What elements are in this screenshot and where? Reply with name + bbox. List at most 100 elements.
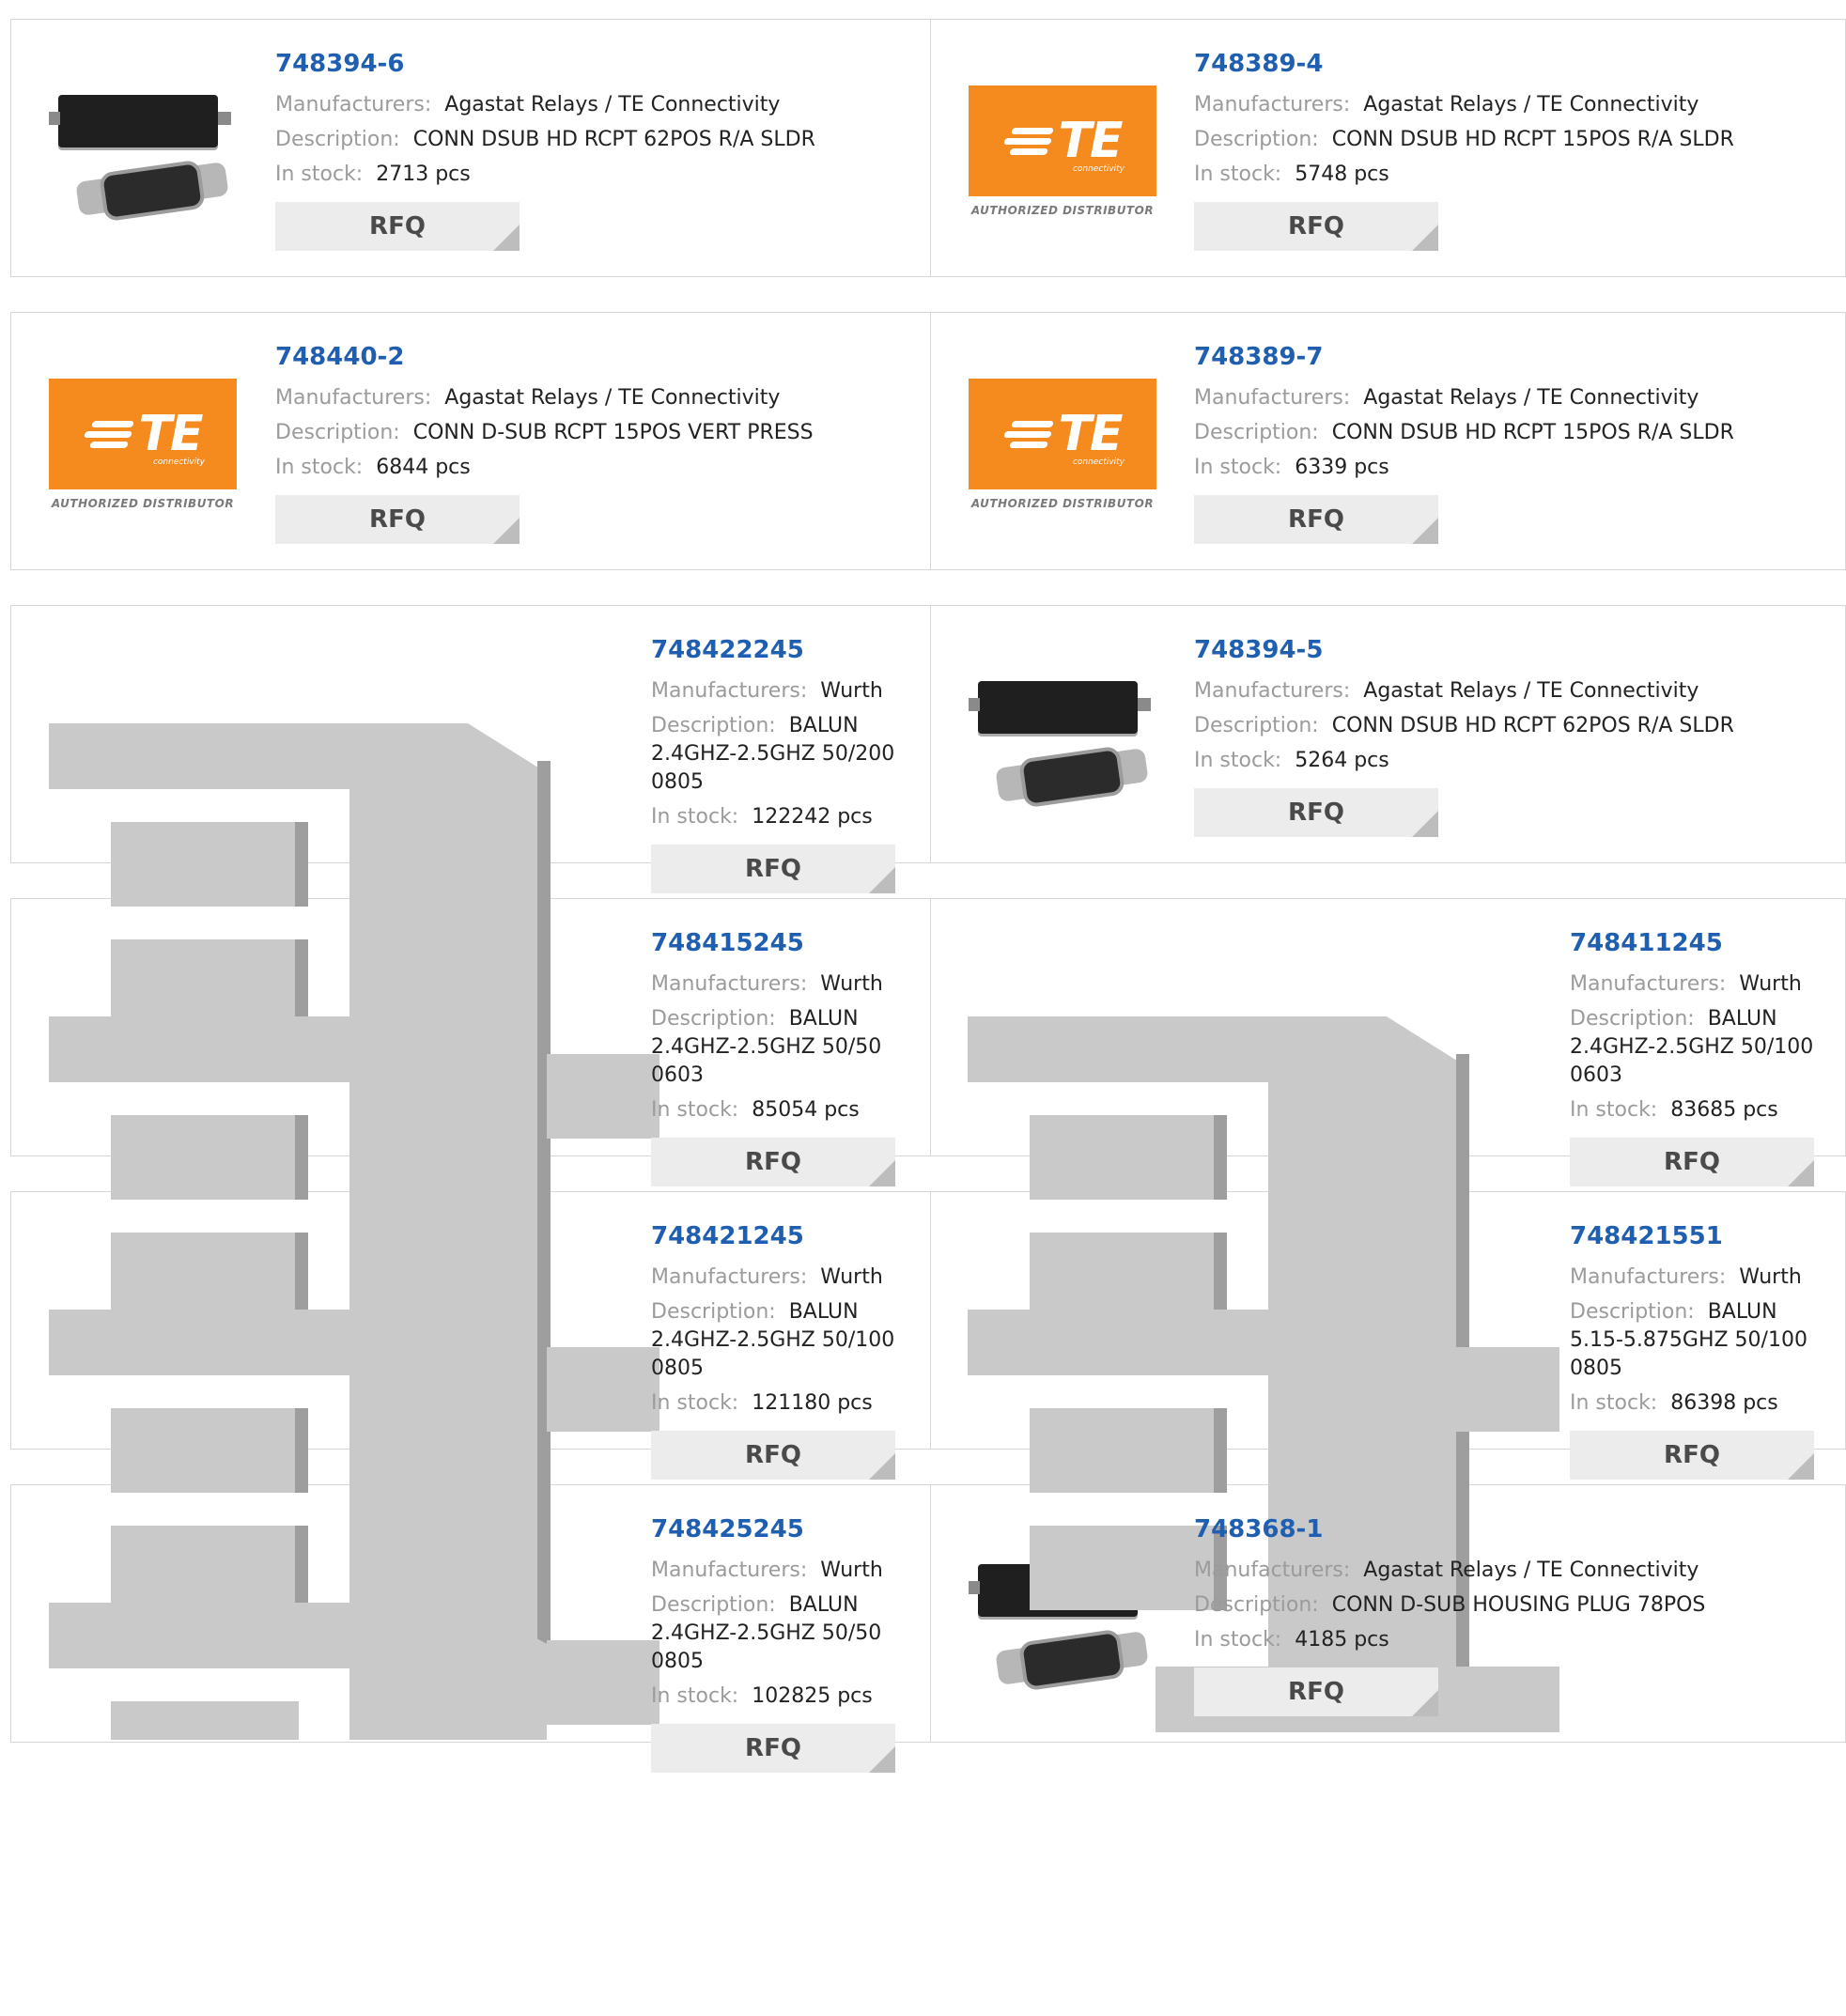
stock-value: 4185 pcs (1295, 1628, 1389, 1652)
stock-label: In stock: (1570, 1098, 1658, 1122)
manufacturer-value: Agastat Relays / TE Connectivity (1363, 93, 1699, 116)
manufacturers-label: Manufacturers: (651, 1265, 808, 1289)
rfq-button[interactable]: RFQ (651, 1431, 895, 1480)
stock-label: In stock: (1194, 456, 1282, 479)
stock-value: 83685 pcs (1670, 1098, 1778, 1122)
description-value: CONN DSUB HD RCPT 62POS R/A SLDR (1331, 714, 1734, 737)
description-label: Description: (651, 1300, 776, 1324)
stock-value: 5748 pcs (1295, 163, 1389, 186)
manufacturer-value: Agastat Relays / TE Connectivity (444, 386, 781, 410)
description-label: Description: (275, 128, 400, 151)
description-value: CONN DSUB HD RCPT 15POS R/A SLDR (1331, 421, 1734, 444)
manufacturers-label: Manufacturers: (1194, 1559, 1351, 1582)
manufacturers-label: Manufacturers: (651, 972, 808, 996)
manufacturer-value: Agastat Relays / TE Connectivity (1363, 679, 1699, 703)
stock-value: 85054 pcs (752, 1098, 860, 1122)
manufacturer-value: Wurth (820, 679, 883, 703)
stock-label: In stock: (651, 1684, 739, 1708)
stock-value: 6339 pcs (1295, 456, 1389, 479)
manufacturers-label: Manufacturers: (651, 679, 808, 703)
product-card: TE connectivity AUTHORIZED DISTRIBUTOR 74… (930, 19, 1846, 277)
product-card: 748421551 Manufacturers: Wurth Descriptio… (930, 1191, 1846, 1480)
manufacturer-value: Wurth (1739, 1265, 1802, 1289)
stock-value: 2713 pcs (376, 163, 471, 186)
part-number-link[interactable]: 748440-2 (275, 341, 895, 373)
stock-label: In stock: (1194, 749, 1282, 772)
rfq-button[interactable]: RFQ (651, 1724, 895, 1773)
manufacturer-value: Wurth (1739, 972, 1802, 996)
stock-label: In stock: (651, 1391, 739, 1415)
rfq-button[interactable]: RFQ (1194, 495, 1438, 544)
manufacturers-label: Manufacturers: (1570, 1265, 1727, 1289)
manufacturer-value: Wurth (820, 972, 883, 996)
description-label: Description: (1194, 714, 1319, 737)
stock-label: In stock: (275, 163, 364, 186)
manufacturer-value: Wurth (820, 1265, 883, 1289)
description-value: CONN D-SUB HOUSING PLUG 78POS (1331, 1593, 1706, 1617)
te-connectivity-logo[interactable]: TE connectivity AUTHORIZED DISTRIBUTOR (969, 85, 1156, 226)
rfq-button[interactable]: RFQ (275, 202, 520, 251)
stock-label: In stock: (1570, 1391, 1658, 1415)
manufacturer-value: Agastat Relays / TE Connectivity (1363, 386, 1699, 410)
manufacturer-value: Wurth (820, 1559, 883, 1582)
manufacturer-value: Agastat Relays / TE Connectivity (444, 93, 781, 116)
product-card: 748422245 Manufacturers: Wurth Descriptio… (10, 605, 931, 893)
stock-label: In stock: (1194, 163, 1282, 186)
description-label: Description: (1570, 1007, 1695, 1031)
part-number-link[interactable]: 748421551 (1570, 1220, 1823, 1252)
stock-value: 121180 pcs (752, 1391, 873, 1415)
stock-label: In stock: (1194, 1628, 1282, 1652)
description-label: Description: (1194, 1593, 1319, 1617)
te-connectivity-logo[interactable]: TE connectivity AUTHORIZED DISTRIBUTOR (49, 379, 237, 520)
rfq-button[interactable]: RFQ (1570, 1138, 1814, 1186)
rfq-button[interactable]: RFQ (1570, 1431, 1814, 1480)
product-card: 748411245 Manufacturers: Wurth Descriptio… (930, 898, 1846, 1186)
stock-value: 102825 pcs (752, 1684, 873, 1708)
manufacturers-label: Manufacturers: (1194, 386, 1351, 410)
stock-value: 6844 pcs (376, 456, 471, 479)
part-number-link[interactable]: 748421245 (651, 1220, 905, 1252)
part-number-link[interactable]: 748389-4 (1194, 48, 1814, 80)
manufacturers-label: Manufacturers: (651, 1559, 808, 1582)
rfq-button[interactable]: RFQ (275, 495, 520, 544)
rfq-button[interactable]: RFQ (1194, 788, 1438, 837)
product-image-connector[interactable] (49, 54, 237, 241)
description-label: Description: (275, 421, 400, 444)
description-label: Description: (1194, 421, 1319, 444)
product-card: 748394-6 Manufacturers: Agastat Relays / … (10, 19, 931, 277)
stock-value: 86398 pcs (1670, 1391, 1778, 1415)
stock-label: In stock: (651, 805, 739, 829)
product-card: TE connectivity AUTHORIZED DISTRIBUTOR 74… (930, 312, 1846, 570)
part-number-link[interactable]: 748415245 (651, 927, 905, 959)
manufacturers-label: Manufacturers: (1570, 972, 1727, 996)
part-number-link[interactable]: 748368-1 (1194, 1513, 1814, 1545)
manufacturer-value: Agastat Relays / TE Connectivity (1363, 1559, 1699, 1582)
product-card: 748425245 Manufacturers: Wurth Descriptio… (10, 1484, 931, 1773)
description-label: Description: (1194, 128, 1319, 151)
description-value: CONN DSUB HD RCPT 15POS R/A SLDR (1331, 128, 1734, 151)
part-number-link[interactable]: 748411245 (1570, 927, 1823, 959)
stock-value: 122242 pcs (752, 805, 873, 829)
part-number-link[interactable]: 748394-6 (275, 48, 895, 80)
product-image-connector[interactable] (969, 640, 1156, 828)
te-connectivity-logo[interactable]: TE connectivity AUTHORIZED DISTRIBUTOR (969, 379, 1156, 520)
product-card: 748368-1 Manufacturers: Agastat Relays / … (930, 1484, 1846, 1743)
manufacturers-label: Manufacturers: (275, 93, 432, 116)
description-value: CONN DSUB HD RCPT 62POS R/A SLDR (412, 128, 815, 151)
stock-label: In stock: (651, 1098, 739, 1122)
manufacturers-label: Manufacturers: (275, 386, 432, 410)
rfq-button[interactable]: RFQ (651, 845, 895, 893)
product-card: 748415245 Manufacturers: Wurth Descriptio… (10, 898, 931, 1186)
part-number-link[interactable]: 748425245 (651, 1513, 905, 1545)
description-label: Description: (651, 714, 776, 737)
part-number-link[interactable]: 748422245 (651, 634, 905, 666)
rfq-button[interactable]: RFQ (651, 1138, 895, 1186)
product-card: 748394-5 Manufacturers: Agastat Relays / … (930, 605, 1846, 863)
product-image-connector[interactable] (969, 1523, 1156, 1711)
description-value: CONN D-SUB RCPT 15POS VERT PRESS (412, 421, 814, 444)
rfq-button[interactable]: RFQ (1194, 1667, 1438, 1716)
product-card: TE connectivity AUTHORIZED DISTRIBUTOR 74… (10, 312, 931, 570)
part-number-link[interactable]: 748394-5 (1194, 634, 1814, 666)
part-number-link[interactable]: 748389-7 (1194, 341, 1814, 373)
rfq-button[interactable]: RFQ (1194, 202, 1438, 251)
